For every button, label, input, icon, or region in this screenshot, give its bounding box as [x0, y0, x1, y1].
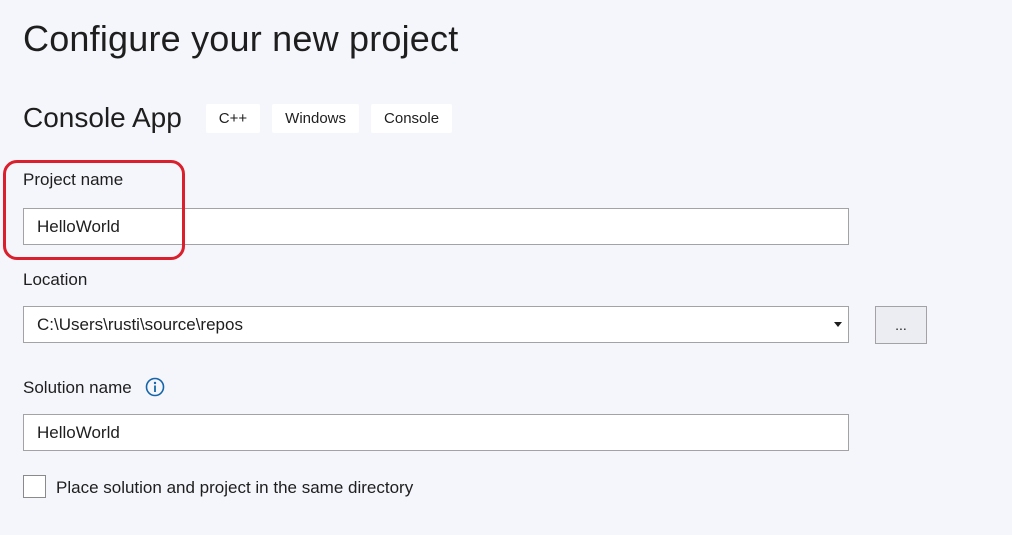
- chevron-down-icon[interactable]: [834, 322, 842, 327]
- location-value: C:\Users\rusti\source\repos: [37, 315, 243, 334]
- template-header: Console App C++ Windows Console: [23, 102, 464, 134]
- tag-language: C++: [205, 103, 261, 133]
- project-name-label: Project name: [23, 170, 124, 189]
- browse-location-button[interactable]: ...: [875, 306, 927, 344]
- project-name-input[interactable]: HelloWorld: [23, 208, 849, 245]
- same-directory-checkbox[interactable]: [23, 475, 46, 498]
- page-title: Configure your new project: [23, 18, 459, 59]
- same-directory-label[interactable]: Place solution and project in the same d…: [56, 478, 413, 498]
- solution-name-value: HelloWorld: [37, 423, 120, 442]
- tag-platform: Windows: [272, 103, 360, 133]
- project-name-value: HelloWorld: [37, 217, 120, 236]
- location-label: Location: [23, 270, 88, 289]
- template-name: Console App: [23, 102, 182, 133]
- solution-name-input[interactable]: HelloWorld: [23, 414, 849, 451]
- location-combobox[interactable]: C:\Users\rusti\source\repos: [23, 306, 849, 343]
- tag-project-type: Console: [371, 103, 453, 133]
- info-icon[interactable]: [145, 377, 165, 397]
- solution-name-label: Solution name: [23, 378, 132, 397]
